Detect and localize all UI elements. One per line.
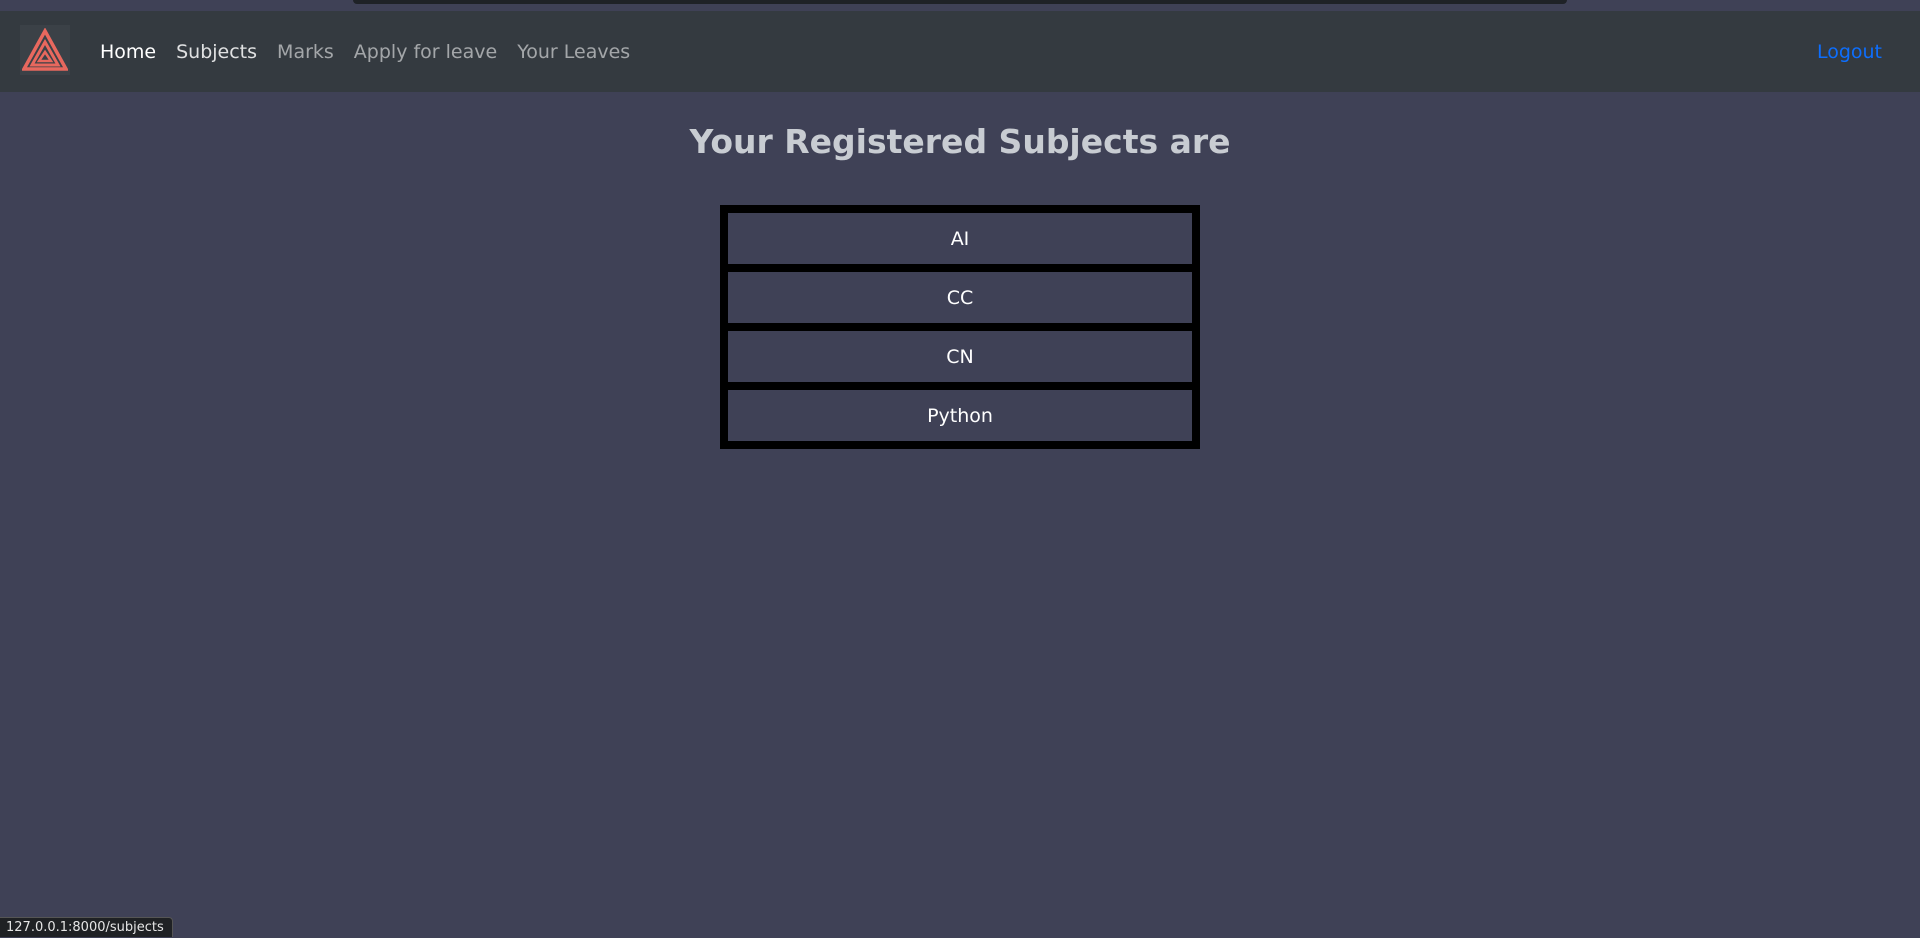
triangle-logo-icon [22,28,68,72]
subject-row-ai: AI [724,209,1196,268]
nav-link-apply-for-leave[interactable]: Apply for leave [354,41,497,63]
nav-link-home[interactable]: Home [100,41,156,63]
page-title: Your Registered Subjects are [0,122,1920,161]
subject-row-cc: CC [724,268,1196,327]
nav-link-marks[interactable]: Marks [277,41,334,63]
subject-row-cn: CN [724,327,1196,386]
nav-link-subjects[interactable]: Subjects [176,41,257,63]
logout-link[interactable]: Logout [1817,11,1882,92]
subjects-table: AI CC CN Python [720,205,1200,449]
brand-logo[interactable] [20,25,70,75]
status-bar-url: 127.0.0.1:8000/subjects [0,917,173,937]
subject-row-python: Python [724,386,1196,445]
browser-top-strip [353,0,1567,4]
nav-link-your-leaves[interactable]: Your Leaves [517,41,630,63]
nav-links: Home Subjects Marks Apply for leave Your… [100,11,650,92]
top-navbar: Home Subjects Marks Apply for leave Your… [0,11,1920,92]
